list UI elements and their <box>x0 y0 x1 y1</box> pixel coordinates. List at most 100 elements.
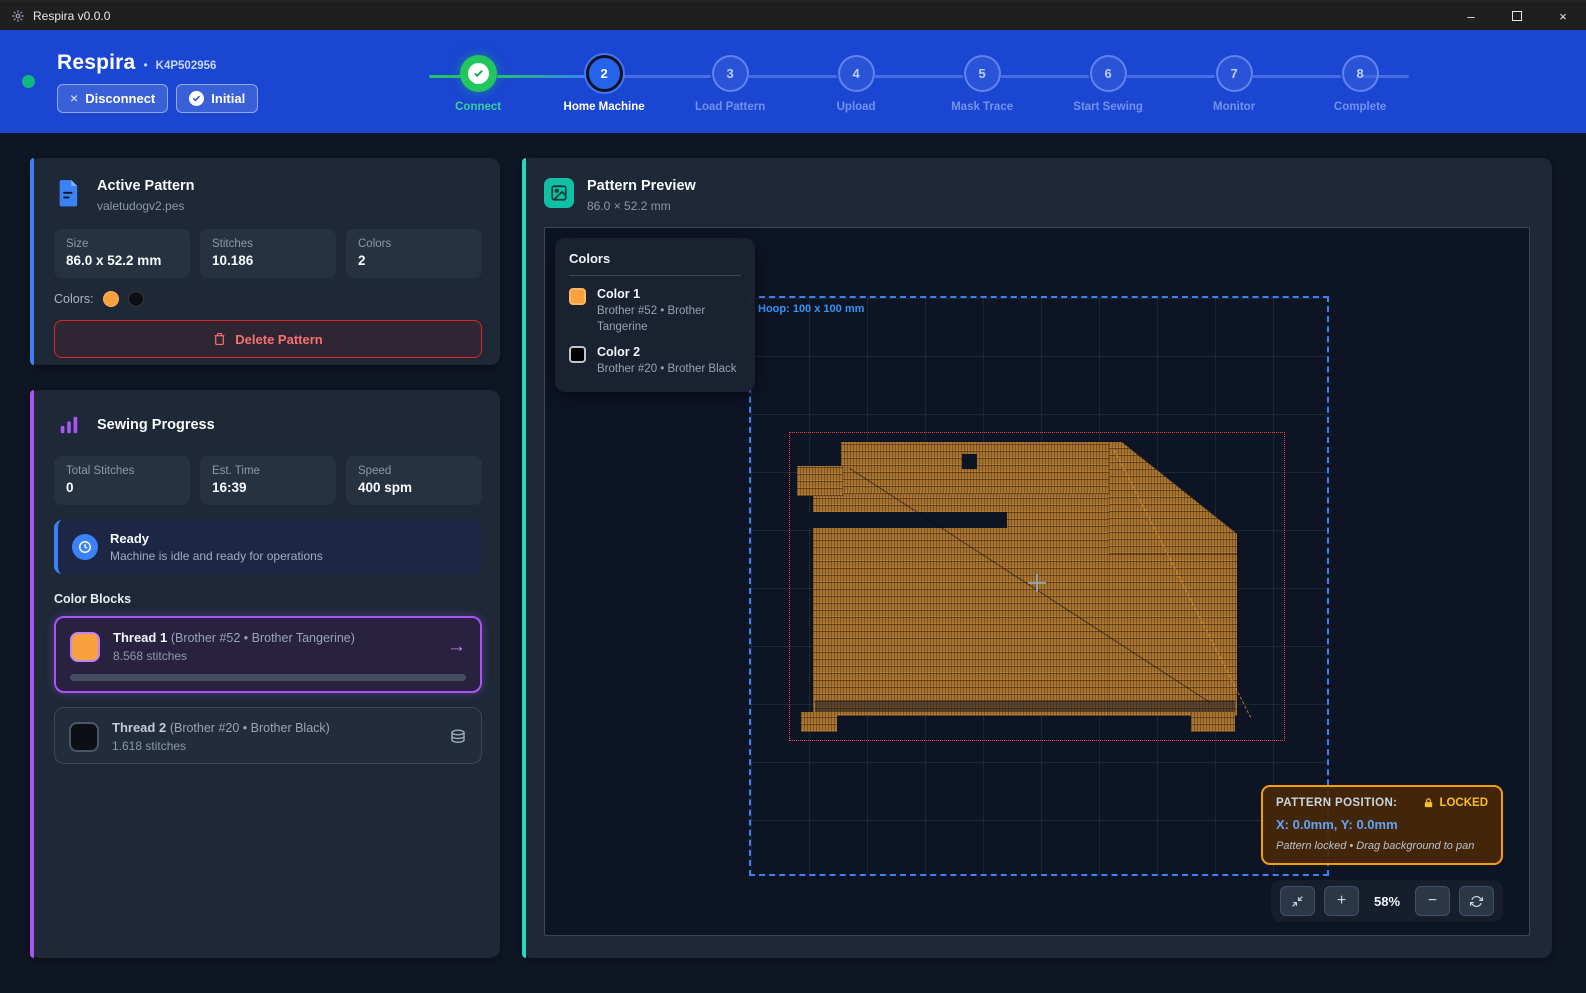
main-content: Active Pattern valetudogv2.pes Size 86.0… <box>0 133 1586 958</box>
stat-size: Size 86.0 x 52.2 mm <box>54 229 190 278</box>
color-swatch-black <box>128 291 144 307</box>
step-start-sewing[interactable]: 6 Start Sewing <box>1045 55 1171 113</box>
legend-item-color-1: Color 1 Brother #52 • Brother Tangerine <box>569 287 741 335</box>
stat-total-stitches: Total Stitches 0 <box>54 456 190 505</box>
zoom-out-button[interactable]: − <box>1415 886 1450 916</box>
step-label: Load Pattern <box>695 101 765 113</box>
left-column: Active Pattern valetudogv2.pes Size 86.0… <box>30 158 500 958</box>
legend-title: Colors <box>569 251 741 276</box>
colors-legend-panel: Colors Color 1 Brother #52 • Brother Tan… <box>555 238 755 392</box>
thread-1-progress-bar <box>70 674 466 681</box>
thread-2-swatch <box>69 722 99 752</box>
sewing-progress-card: Sewing Progress Total Stitches 0 Est. Ti… <box>30 390 500 958</box>
step-label: Mask Trace <box>951 101 1013 113</box>
window-titlebar: Respira v0.0.0 – × <box>0 0 1586 30</box>
status-subtitle: Machine is idle and ready for operations <box>110 549 323 563</box>
center-crosshair-icon <box>1028 574 1046 592</box>
thread-1-swatch <box>70 632 100 662</box>
preview-canvas[interactable]: Hoop: 100 x 100 mm <box>544 227 1530 936</box>
step-home-machine[interactable]: 2 Home Machine <box>541 55 667 113</box>
machine-status-banner: Ready Machine is idle and ready for oper… <box>54 520 482 574</box>
lock-icon <box>1423 797 1434 809</box>
position-label: PATTERN POSITION: <box>1276 797 1397 809</box>
step-done-check-icon <box>468 63 489 84</box>
step-load-pattern[interactable]: 3 Load Pattern <box>667 55 793 113</box>
maximize-icon <box>1512 11 1522 21</box>
legend-item-color-2: Color 2 Brother #20 • Brother Black <box>569 345 741 378</box>
thread-2-stitches: 1.618 stitches <box>112 739 330 753</box>
thread-2-card[interactable]: Thread 2 (Brother #20 • Brother Black) 1… <box>54 707 482 764</box>
initial-label: Initial <box>211 91 245 106</box>
disconnect-button[interactable]: × Disconnect <box>57 84 168 113</box>
legend-swatch-orange <box>569 288 586 305</box>
step-complete[interactable]: 8 Complete <box>1297 55 1423 113</box>
card-accent-edge <box>30 390 34 958</box>
delete-pattern-label: Delete Pattern <box>235 332 322 347</box>
disconnect-x-icon: × <box>70 90 78 106</box>
step-label: Monitor <box>1213 101 1255 113</box>
app-name: Respira <box>57 51 135 75</box>
stat-speed: Speed 400 spm <box>346 456 482 505</box>
active-pattern-card: Active Pattern valetudogv2.pes Size 86.0… <box>30 158 500 365</box>
compress-icon <box>1291 895 1304 908</box>
step-connect-circle: 1 <box>460 55 497 92</box>
color-blocks-label: Color Blocks <box>54 592 482 606</box>
step-label: Home Machine <box>564 101 645 113</box>
thread-1-name: Thread 1 (Brother #52 • Brother Tangerin… <box>113 630 355 645</box>
thread-1-stitches: 8.568 stitches <box>113 649 355 663</box>
pattern-dimensions: 86.0 × 52.2 mm <box>587 199 696 213</box>
machine-serial: K4P502956 <box>156 60 217 72</box>
zoom-level: 58% <box>1368 894 1406 909</box>
step-monitor[interactable]: 7 Monitor <box>1171 55 1297 113</box>
status-title: Ready <box>110 531 323 546</box>
fit-to-view-button[interactable] <box>1280 886 1315 916</box>
bar-chart-icon <box>54 410 84 440</box>
arrow-right-icon: → <box>447 636 466 658</box>
stat-est-time: Est. Time 16:39 <box>200 456 336 505</box>
step-connect[interactable]: 1 Connect <box>415 55 541 113</box>
thread-1-detail: (Brother #52 • Brother Tangerine) <box>171 631 355 645</box>
delete-pattern-button[interactable]: Delete Pattern <box>54 320 482 358</box>
zoom-controls: + 58% − <box>1271 880 1503 922</box>
connection-status-dot <box>22 75 35 88</box>
document-icon <box>54 178 84 208</box>
thread-2-detail: (Brother #20 • Brother Black) <box>170 721 330 735</box>
hoop-size-label: Hoop: 100 x 100 mm <box>758 303 864 315</box>
lock-status-badge[interactable]: LOCKED <box>1423 797 1488 809</box>
thread-1-card[interactable]: Thread 1 (Brother #52 • Brother Tangerin… <box>54 616 482 693</box>
step-label: Upload <box>837 101 876 113</box>
maximize-button[interactable] <box>1494 1 1540 31</box>
sewing-progress-title: Sewing Progress <box>97 417 215 433</box>
step-upload[interactable]: 4 Upload <box>793 55 919 113</box>
check-circle-icon <box>189 91 204 106</box>
serial-bullet: • <box>143 58 147 72</box>
app-window-icon <box>10 9 25 24</box>
close-button[interactable]: × <box>1540 1 1586 31</box>
position-coordinates: X: 0.0mm, Y: 0.0mm <box>1276 817 1488 832</box>
legend-swatch-black <box>569 346 586 363</box>
pattern-preview-card: Pattern Preview 86.0 × 52.2 mm Hoop: 100… <box>522 158 1552 958</box>
minimize-button[interactable]: – <box>1448 1 1494 31</box>
pattern-colors-row: Colors: <box>54 291 482 307</box>
colors-label: Colors: <box>54 292 94 306</box>
step-home-circle: 2 <box>586 55 623 92</box>
color-swatch-orange <box>103 291 119 307</box>
pattern-position-overlay: PATTERN POSITION: LOCKED X: 0.0mm, Y: 0.… <box>1261 785 1503 865</box>
disconnect-label: Disconnect <box>85 91 155 106</box>
clock-icon <box>72 534 98 560</box>
reset-view-button[interactable] <box>1459 886 1494 916</box>
initial-button[interactable]: Initial <box>176 84 258 113</box>
card-accent-edge <box>522 158 526 958</box>
pattern-filename: valetudogv2.pes <box>97 199 195 213</box>
zoom-in-button[interactable]: + <box>1324 886 1359 916</box>
image-icon <box>544 178 574 208</box>
window-controls: – × <box>1448 1 1586 31</box>
step-label: Complete <box>1334 101 1386 113</box>
stat-colors: Colors 2 <box>346 229 482 278</box>
step-label: Connect <box>455 101 501 113</box>
active-pattern-title: Active Pattern <box>97 178 195 194</box>
pattern-preview-title: Pattern Preview <box>587 178 696 194</box>
thread-2-name: Thread 2 (Brother #20 • Brother Black) <box>112 720 330 735</box>
step-mask-trace[interactable]: 5 Mask Trace <box>919 55 1045 113</box>
position-hint: Pattern locked • Drag background to pan <box>1276 840 1488 852</box>
